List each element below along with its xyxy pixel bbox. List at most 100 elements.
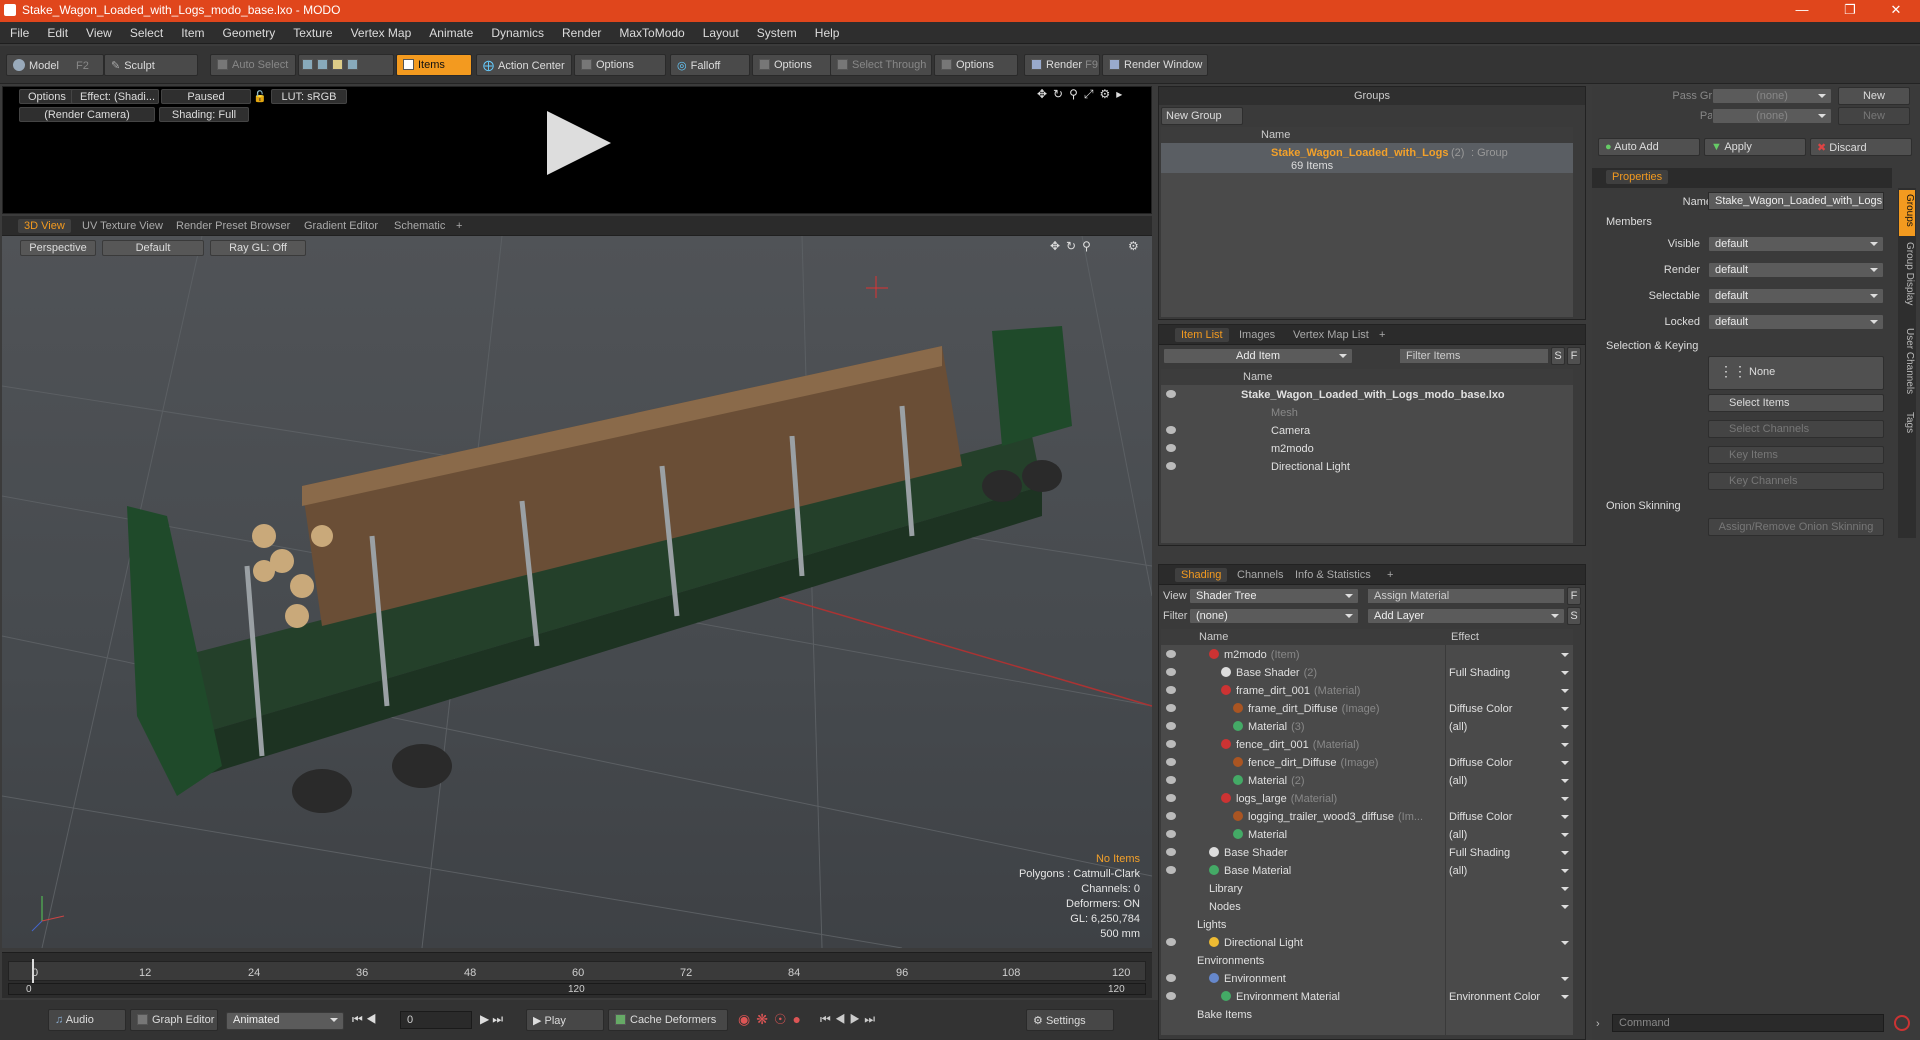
visibility-eye-icon[interactable] [1166,812,1176,820]
filter-items-input[interactable]: Filter Items [1399,348,1549,364]
list-item[interactable]: Mesh [1161,405,1573,423]
assign-onion-button[interactable]: Assign/Remove Onion Skinning [1708,518,1884,536]
visibility-eye-icon[interactable] [1166,758,1176,766]
visibility-eye-icon[interactable] [1166,776,1176,784]
chevron-down-icon[interactable] [1561,995,1569,1003]
filter-dropdown[interactable]: (none) [1189,608,1359,624]
visibility-eye-icon[interactable] [1166,884,1176,892]
shader-tree-row[interactable]: fence_dirt_001 (Material) [1161,737,1573,755]
shader-tree-row[interactable]: Base Material (all) [1161,863,1573,881]
assign-material-button[interactable]: Assign Material [1367,588,1565,604]
edges-mode-icon[interactable] [317,59,328,70]
side-tab-tags[interactable]: Tags [1899,412,1915,452]
auto-select-button[interactable]: Auto Select [210,54,296,76]
tab-gradient-editor[interactable]: Gradient Editor [298,219,384,233]
item-list-f-button[interactable]: F [1567,347,1581,365]
chevron-down-icon[interactable] [1561,653,1569,661]
preview-effect-dropdown[interactable]: Effect: (Shadi... [71,89,159,104]
selection-keying-section[interactable]: Selection & Keying [1606,340,1698,352]
visibility-eye-icon[interactable] [1166,938,1176,946]
tab-item-list[interactable]: Item List [1175,328,1229,342]
visibility-eye-icon[interactable] [1166,920,1176,928]
visibility-eye-icon[interactable] [1166,902,1176,910]
shader-tree-row[interactable]: Environments [1161,953,1573,971]
animated-dropdown[interactable]: Animated [226,1012,344,1030]
effect-dropdown[interactable]: Diffuse Color [1449,703,1512,715]
effect-dropdown[interactable]: (all) [1449,865,1467,877]
visibility-eye-icon[interactable] [1166,390,1176,398]
shader-tree-row[interactable]: Directional Light [1161,935,1573,953]
command-input[interactable]: Command [1612,1014,1884,1032]
shader-tree-row[interactable]: frame_dirt_001 (Material) [1161,683,1573,701]
item-list-s-button[interactable]: S [1551,347,1565,365]
effect-dropdown[interactable]: (all) [1449,775,1467,787]
visibility-eye-icon[interactable] [1166,794,1176,802]
shader-tree-row[interactable]: Environment [1161,971,1573,989]
effect-dropdown[interactable]: Environment Color [1449,991,1540,1003]
preview-paused-button[interactable]: Paused [161,89,251,104]
preview-camera-dropdown[interactable]: (Render Camera) [19,107,155,122]
falloff-button[interactable]: ◎ Falloff [670,54,750,76]
chevron-down-icon[interactable] [1561,707,1569,715]
visibility-eye-icon[interactable] [1166,722,1176,730]
menu-geometry[interactable]: Geometry [213,22,284,40]
vertices-mode-icon[interactable] [302,59,313,70]
select-through-options-button[interactable]: Options [934,54,1018,76]
chevron-down-icon[interactable] [1561,743,1569,751]
play-button[interactable]: ▶ Play [526,1009,604,1031]
chevron-down-icon[interactable] [1561,905,1569,913]
shader-tree-row[interactable]: Material (2) (all) [1161,773,1573,791]
sculpt-mode-button[interactable]: ✎ Sculpt [104,54,198,76]
polygons-mode-icon[interactable] [332,59,343,70]
lock-icon[interactable]: 🔓 [253,90,267,103]
add-layer-dropdown[interactable]: Add Layer [1367,608,1565,624]
tab-images[interactable]: Images [1233,328,1281,342]
passes-dropdown[interactable]: (none) [1712,108,1832,124]
perspective-dropdown[interactable]: Perspective [20,240,96,256]
menu-render[interactable]: Render [552,22,609,40]
add-tab-button[interactable]: + [1381,568,1399,582]
selectable-dropdown[interactable]: default [1708,288,1884,304]
locked-dropdown[interactable]: default [1708,314,1884,330]
tab-shading[interactable]: Shading [1175,568,1228,582]
chevron-down-icon[interactable] [1561,833,1569,841]
graph-editor-button[interactable]: Graph Editor [130,1009,218,1031]
visibility-eye-icon[interactable] [1166,956,1176,964]
menu-help[interactable]: Help [805,22,848,40]
shading-style-dropdown[interactable]: Default [102,240,204,256]
model-mode-button[interactable]: Model F2 [6,54,104,76]
menu-system[interactable]: System [747,22,805,40]
chevron-down-icon[interactable] [1561,887,1569,895]
chevron-down-icon[interactable] [1561,869,1569,877]
settings-button[interactable]: ⚙ Settings [1026,1009,1114,1031]
falloff-options-button[interactable]: Options [752,54,832,76]
list-item[interactable]: Directional Light [1161,459,1573,477]
chevron-down-icon[interactable] [1561,977,1569,985]
auto-add-button[interactable]: ● Auto Add [1598,138,1700,156]
frame-field[interactable]: 0 [400,1011,472,1029]
new-group-button[interactable]: New Group [1161,107,1243,125]
visibility-eye-icon[interactable] [1166,686,1176,694]
tab-3d-view[interactable]: 3D View [18,219,71,233]
shader-tree-row[interactable]: Nodes [1161,899,1573,917]
group-row[interactable]: Stake_Wagon_Loaded_with_Logs (2) : Group… [1161,143,1573,173]
shader-tree-row[interactable]: logging_trailer_wood3_diffuse (Im... Diffu… [1161,809,1573,827]
effect-dropdown[interactable]: Diffuse Color [1449,757,1512,769]
action-center-button[interactable]: ⨁ Action Center [476,54,572,76]
add-tab-button[interactable]: + [450,219,468,233]
shader-tree-row[interactable]: Environment Material Environment Color [1161,989,1573,1007]
tab-render-preset-browser[interactable]: Render Preset Browser [170,219,296,233]
tab-properties[interactable]: Properties [1606,170,1669,184]
audio-button[interactable]: ♫ Audio [48,1009,126,1031]
tab-uv-texture-view[interactable]: UV Texture View [76,219,169,233]
chevron-down-icon[interactable] [1561,725,1569,733]
chevron-down-icon[interactable] [1561,815,1569,823]
side-tab-group-display[interactable]: Group Display [1899,242,1915,322]
shader-tree-row[interactable]: Material (3) (all) [1161,719,1573,737]
effect-dropdown[interactable]: Full Shading [1449,667,1510,679]
add-item-dropdown[interactable]: Add Item [1163,348,1353,364]
shader-tree-row[interactable]: Lights [1161,917,1573,935]
menu-dynamics[interactable]: Dynamics [481,22,552,40]
shading-s-button[interactable]: S [1567,607,1581,625]
key-nav-icons[interactable]: ⏮◀▶⏭ [820,1012,879,1027]
